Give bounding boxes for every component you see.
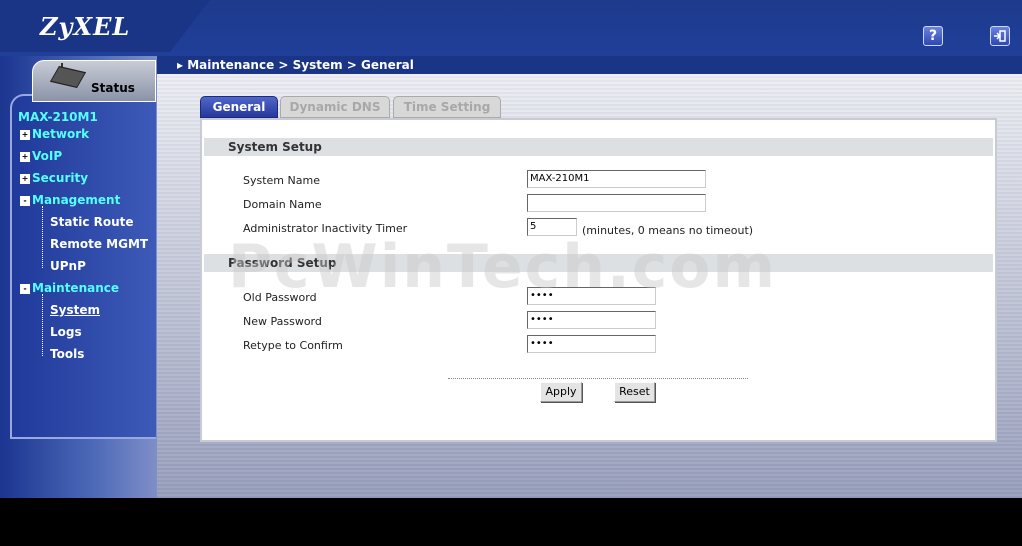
- password-setup-header: Password Setup: [204, 254, 993, 272]
- main-content: General Dynamic DNS Time Setting System …: [157, 74, 1022, 498]
- system-name-field[interactable]: MAX-210M1: [527, 170, 706, 188]
- system-setup-header: System Setup: [204, 138, 993, 156]
- domain-name-field[interactable]: [527, 194, 706, 212]
- reset-button[interactable]: Reset: [614, 382, 655, 402]
- sidebar-item-static-route[interactable]: Static Route: [50, 215, 134, 229]
- domain-name-label: Domain Name: [243, 198, 322, 211]
- expand-icon: +: [20, 173, 30, 184]
- sidebar-item-logs[interactable]: Logs: [50, 325, 82, 339]
- expand-icon: +: [20, 129, 30, 140]
- breadcrumb: ▸ Maintenance > System > General: [157, 56, 1022, 74]
- sidebar-item-voip[interactable]: + VoIP: [20, 149, 62, 163]
- sidebar-item-remote-mgmt[interactable]: Remote MGMT: [50, 237, 148, 251]
- sidebar: Status MAX-210M1 + Network + VoIP + Securit…: [0, 56, 157, 498]
- router-icon: [49, 66, 87, 88]
- new-password-field[interactable]: ••••: [527, 311, 656, 329]
- new-password-label: New Password: [243, 315, 322, 328]
- divider: [448, 378, 748, 379]
- breadcrumb-text: Maintenance > System > General: [187, 58, 414, 72]
- sidebar-item-upnp[interactable]: UPnP: [50, 259, 86, 273]
- sidebar-item-network[interactable]: + Network: [20, 127, 89, 141]
- breadcrumb-arrow-icon: ▸: [177, 58, 184, 72]
- sidebar-item-label: Management: [32, 193, 121, 207]
- old-password-label: Old Password: [243, 291, 317, 304]
- sidebar-item-label: VoIP: [32, 149, 63, 163]
- old-password-field[interactable]: ••••: [527, 287, 656, 305]
- system-name-label: System Name: [243, 174, 320, 187]
- sidebar-item-maintenance[interactable]: - Maintenance: [20, 281, 119, 295]
- confirm-password-field[interactable]: ••••: [527, 335, 656, 353]
- header-bar: ZyXEL ?: [0, 0, 1022, 60]
- timer-hint: (minutes, 0 means no timeout): [582, 224, 754, 237]
- settings-panel: System Setup System Name MAX-210M1 Domai…: [200, 118, 997, 442]
- status-tab[interactable]: Status: [32, 60, 156, 102]
- inactivity-timer-field[interactable]: 5: [527, 218, 577, 236]
- inactivity-timer-label: Administrator Inactivity Timer: [243, 222, 408, 235]
- tree-line: [42, 206, 43, 268]
- bottom-bar: [0, 498, 1022, 546]
- tree-line: [42, 294, 43, 356]
- sidebar-item-system[interactable]: System: [50, 303, 100, 317]
- sidebar-item-tools[interactable]: Tools: [50, 347, 84, 361]
- collapse-icon: -: [20, 283, 30, 294]
- sidebar-item-security[interactable]: + Security: [20, 171, 88, 185]
- collapse-icon: -: [20, 195, 30, 206]
- sidebar-item-label: Network: [32, 127, 90, 141]
- logo-area: ZyXEL: [0, 0, 210, 52]
- sidebar-item-label: Maintenance: [32, 281, 120, 295]
- sidebar-item-label: Security: [32, 171, 89, 185]
- model-name: MAX-210M1: [18, 110, 98, 124]
- apply-button[interactable]: Apply: [540, 382, 582, 402]
- sidebar-item-management[interactable]: - Management: [20, 193, 120, 207]
- expand-icon: +: [20, 151, 30, 162]
- tab-dynamic-dns[interactable]: Dynamic DNS: [280, 96, 390, 118]
- logout-icon[interactable]: [990, 26, 1010, 46]
- status-label: Status: [91, 81, 135, 95]
- help-icon[interactable]: ?: [923, 26, 943, 46]
- tab-general[interactable]: General: [200, 96, 278, 118]
- zyxel-logo: ZyXEL: [40, 12, 131, 41]
- tab-time-setting[interactable]: Time Setting: [393, 96, 501, 118]
- confirm-password-label: Retype to Confirm: [243, 339, 343, 352]
